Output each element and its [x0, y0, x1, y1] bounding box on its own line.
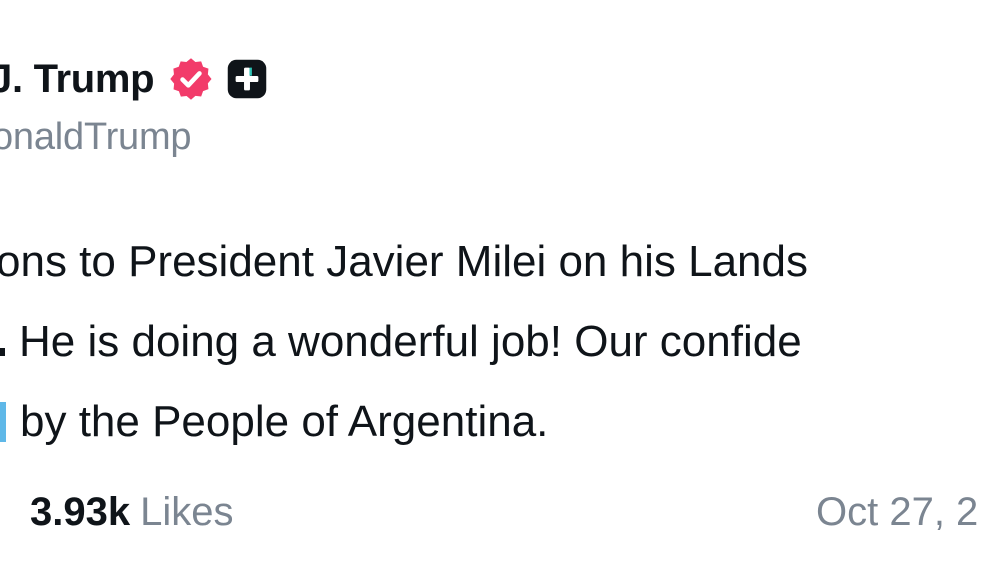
author-display-name[interactable]: J. Trump: [0, 57, 155, 102]
truncated-punctuation: [0, 348, 5, 356]
post-text-line: by the People of Argentina.: [0, 382, 548, 462]
likes-label: Likes: [140, 490, 234, 534]
author-handle[interactable]: onaldTrump: [0, 116, 192, 159]
post-text-line: He is doing a wonderful job! Our confide: [0, 302, 802, 382]
post-text-segment: by the People of Argentina.: [20, 397, 549, 446]
likes-stat[interactable]: 3.93k Likes: [30, 490, 234, 535]
post-text-segment: He is doing a wonderful job! Our confide: [19, 317, 802, 366]
author-row[interactable]: J. Trump: [0, 46, 268, 112]
likes-count: 3.93k: [30, 490, 131, 534]
truncated-link-fragment[interactable]: [0, 402, 6, 442]
post-text-line: ons to President Javier Milei on his Lan…: [0, 222, 808, 302]
post-view: J. Trump onaldTrump ons to President Jav…: [0, 0, 1000, 567]
verified-badge-icon: [170, 58, 212, 100]
plus-badge-icon: [228, 59, 267, 99]
post-timestamp[interactable]: Oct 27, 2: [816, 490, 978, 535]
post-text-segment: ons to President Javier Milei on his Lan…: [0, 237, 808, 286]
post-footer: 3.93k Likes Oct 27, 2: [0, 480, 1000, 550]
